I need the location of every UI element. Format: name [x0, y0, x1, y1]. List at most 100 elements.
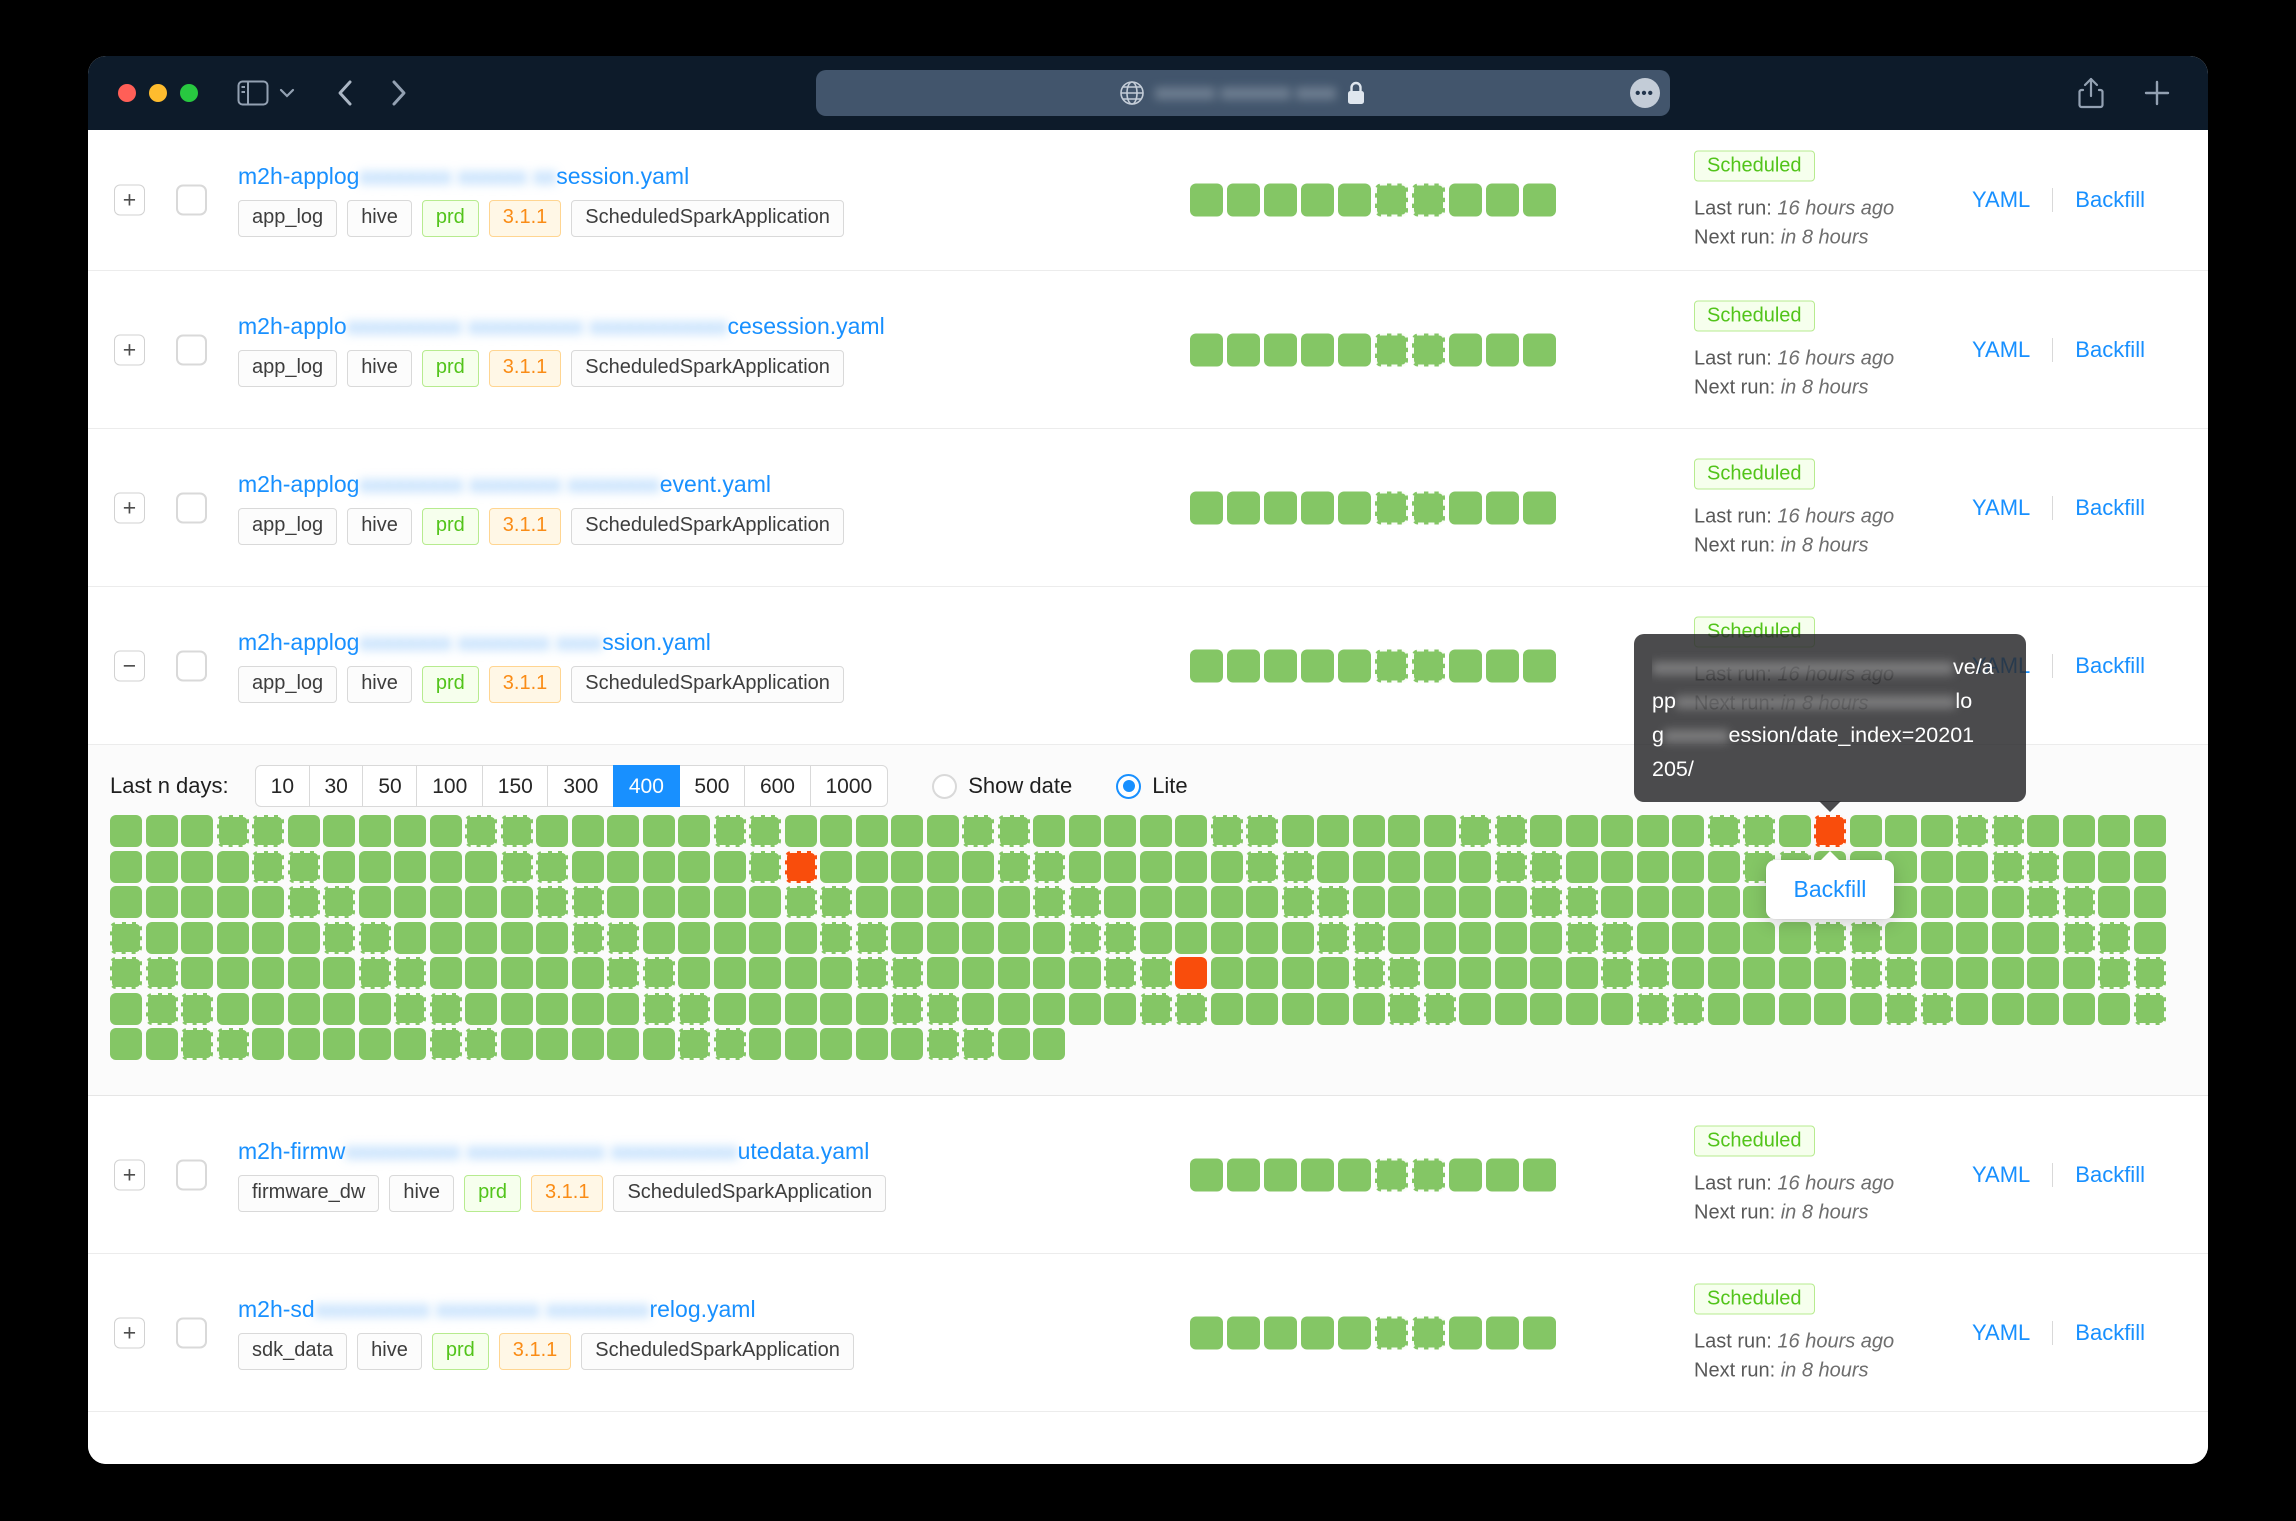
heatmap-day-cell[interactable]	[820, 886, 852, 918]
mini-heatmap-cell[interactable]	[1412, 184, 1445, 217]
heatmap-day-cell[interactable]	[1211, 922, 1243, 954]
backfill-link[interactable]: Backfill	[2075, 495, 2145, 521]
heatmap-day-cell[interactable]	[1708, 957, 1740, 989]
heatmap-day-cell[interactable]	[678, 957, 710, 989]
heatmap-day-cell[interactable]	[501, 886, 533, 918]
heatmap-day-cell[interactable]	[1104, 993, 1136, 1025]
heatmap-day-cell[interactable]	[1459, 851, 1491, 883]
days-option-button[interactable]: 150	[482, 765, 549, 807]
job-name-link[interactable]: m2h-applogxxxxxxxx xxxxxxxx xxxxssion.ya…	[238, 629, 854, 656]
heatmap-day-cell[interactable]	[1388, 922, 1420, 954]
job-name-link[interactable]: m2h-firmwxxxxxxxxxx xxxxxxxxxxxx xxxxxxx…	[238, 1138, 896, 1165]
mini-heatmap-cell[interactable]	[1190, 184, 1223, 217]
heatmap-day-cell[interactable]	[1282, 886, 1314, 918]
heatmap-day-cell[interactable]	[1246, 922, 1278, 954]
heatmap-day-cell[interactable]	[1388, 851, 1420, 883]
heatmap-day-cell[interactable]	[714, 957, 746, 989]
heatmap-day-cell[interactable]	[643, 1028, 675, 1060]
heatmap-day-cell[interactable]	[749, 993, 781, 1025]
mini-heatmap-cell[interactable]	[1449, 491, 1482, 524]
heatmap-day-cell[interactable]	[1814, 957, 1846, 989]
heatmap-day-cell[interactable]	[146, 886, 178, 918]
mini-heatmap-cell[interactable]	[1412, 491, 1445, 524]
heatmap-day-cell[interactable]	[891, 851, 923, 883]
days-option-button[interactable]: 100	[416, 765, 483, 807]
heatmap-day-cell[interactable]	[1956, 993, 1988, 1025]
heatmap-day-cell[interactable]	[2027, 957, 2059, 989]
heatmap-day-cell[interactable]	[1672, 815, 1704, 847]
heatmap-day-cell[interactable]	[1211, 886, 1243, 918]
heatmap-day-cell[interactable]	[927, 993, 959, 1025]
heatmap-day-cell[interactable]	[1495, 886, 1527, 918]
heatmap-day-cell[interactable]	[1282, 993, 1314, 1025]
mini-heatmap-cell[interactable]	[1190, 491, 1223, 524]
mini-heatmap-cell[interactable]	[1264, 1316, 1297, 1349]
heatmap-day-cell[interactable]	[1424, 815, 1456, 847]
heatmap-day-cell[interactable]	[430, 851, 462, 883]
heatmap-day-cell[interactable]	[217, 815, 249, 847]
heatmap-day-cell[interactable]	[536, 851, 568, 883]
heatmap-day-cell[interactable]	[1211, 993, 1243, 1025]
heatmap-day-cell[interactable]	[1708, 886, 1740, 918]
heatmap-day-cell[interactable]	[1921, 886, 1953, 918]
new-tab-button[interactable]	[2144, 80, 2170, 106]
heatmap-day-cell[interactable]	[465, 957, 497, 989]
heatmap-day-cell[interactable]	[2098, 886, 2130, 918]
heatmap-day-cell[interactable]	[252, 886, 284, 918]
heatmap-day-cell[interactable]	[536, 993, 568, 1025]
mini-heatmap-cell[interactable]	[1412, 333, 1445, 366]
heatmap-day-cell[interactable]	[1530, 957, 1562, 989]
mini-heatmap-cell[interactable]	[1338, 333, 1371, 366]
heatmap-day-cell[interactable]	[1282, 815, 1314, 847]
heatmap-day-cell[interactable]	[1743, 993, 1775, 1025]
heatmap-day-cell[interactable]	[1992, 851, 2024, 883]
heatmap-day-cell[interactable]	[1033, 922, 1065, 954]
heatmap-day-cell[interactable]	[1814, 922, 1846, 954]
heatmap-day-cell[interactable]	[998, 957, 1030, 989]
mini-heatmap-cell[interactable]	[1190, 1158, 1223, 1191]
heatmap-day-cell[interactable]	[1495, 851, 1527, 883]
heatmap-day-cell[interactable]	[1708, 815, 1740, 847]
heatmap-day-cell[interactable]	[217, 851, 249, 883]
heatmap-day-cell[interactable]	[856, 886, 888, 918]
mini-heatmap-cell[interactable]	[1301, 1316, 1334, 1349]
heatmap-day-cell[interactable]	[678, 851, 710, 883]
heatmap-day-cell[interactable]	[430, 886, 462, 918]
heatmap-day-cell[interactable]	[501, 957, 533, 989]
heatmap-day-cell[interactable]	[146, 993, 178, 1025]
heatmap-day-cell[interactable]	[1353, 957, 1385, 989]
heatmap-day-cell[interactable]	[2098, 851, 2130, 883]
heatmap-day-cell[interactable]	[288, 851, 320, 883]
heatmap-day-cell[interactable]	[1956, 922, 1988, 954]
mini-heatmap-cell[interactable]	[1523, 1158, 1556, 1191]
heatmap-day-cell[interactable]	[714, 993, 746, 1025]
back-button[interactable]	[337, 79, 353, 107]
heatmap-day-cell[interactable]	[110, 922, 142, 954]
heatmap-day-cell[interactable]	[1956, 815, 1988, 847]
mini-heatmap-cell[interactable]	[1486, 1316, 1519, 1349]
heatmap-day-cell[interactable]	[678, 815, 710, 847]
heatmap-day-cell[interactable]	[572, 1028, 604, 1060]
heatmap-day-cell[interactable]	[1424, 886, 1456, 918]
heatmap-day-cell[interactable]	[1530, 851, 1562, 883]
heatmap-day-cell[interactable]	[1140, 922, 1172, 954]
heatmap-day-cell[interactable]	[323, 886, 355, 918]
heatmap-day-cell[interactable]	[643, 886, 675, 918]
mini-heatmap-cell[interactable]	[1523, 649, 1556, 682]
mini-heatmap-cell[interactable]	[1486, 1158, 1519, 1191]
mini-heatmap-cell[interactable]	[1264, 1158, 1297, 1191]
heatmap-day-cell[interactable]	[1246, 957, 1278, 989]
mini-heatmap-cell[interactable]	[1375, 1316, 1408, 1349]
heatmap-day-cell[interactable]	[536, 886, 568, 918]
heatmap-day-cell[interactable]	[394, 1028, 426, 1060]
heatmap-day-cell[interactable]	[749, 957, 781, 989]
heatmap-day-cell[interactable]	[146, 815, 178, 847]
heatmap-day-cell[interactable]	[288, 1028, 320, 1060]
heatmap-day-cell[interactable]	[927, 851, 959, 883]
heatmap-day-cell[interactable]	[1069, 993, 1101, 1025]
heatmap-day-cell[interactable]	[1388, 993, 1420, 1025]
mini-heatmap-cell[interactable]	[1264, 491, 1297, 524]
radio-unchecked-icon[interactable]	[932, 774, 957, 799]
heatmap-day-cell[interactable]	[1459, 993, 1491, 1025]
heatmap-day-cell[interactable]	[1779, 957, 1811, 989]
